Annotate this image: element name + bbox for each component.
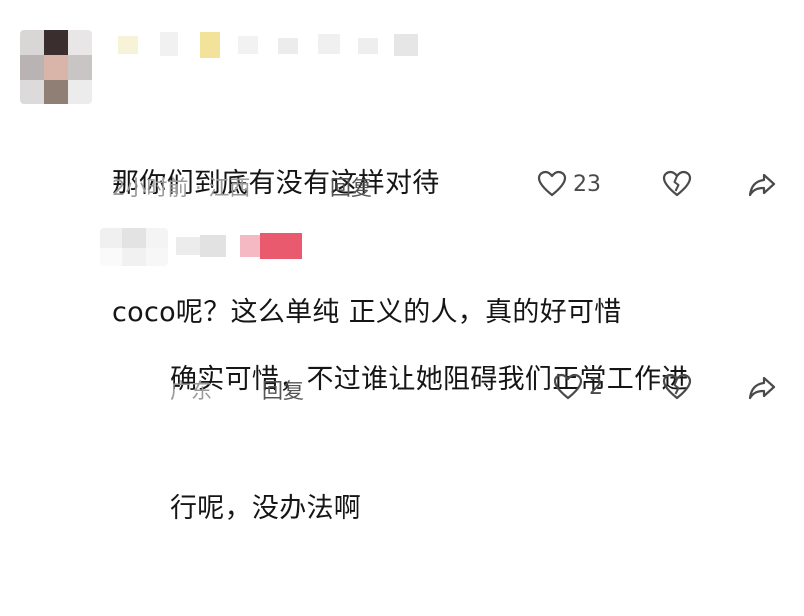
reply-comment-item: 确实可惜，不过谁让她阻碍我们正常工作进 行呢，没办法啊 广东 回复 2 — [0, 215, 804, 524]
username-blurred[interactable] — [118, 32, 418, 58]
share-button[interactable] — [747, 375, 777, 405]
like-button[interactable]: 23 — [537, 170, 601, 198]
reply-button[interactable]: 回复 — [330, 172, 372, 202]
comment-meta: 2小时前 · 江西 — [112, 176, 251, 200]
share-arrow-icon — [747, 173, 777, 202]
username-blurred[interactable] — [176, 231, 306, 261]
reply-button[interactable]: 回复 — [262, 375, 304, 405]
dislike-button[interactable] — [662, 373, 692, 405]
avatar[interactable] — [20, 30, 92, 104]
like-button[interactable]: 2 — [553, 373, 603, 401]
comment-text-line: 行呢，没办法啊 — [170, 493, 362, 524]
comment-text: 确实可惜，不过谁让她阻碍我们正常工作进 行呢，没办法啊 — [170, 272, 689, 616]
comment-meta: 广东 — [170, 379, 212, 403]
comment-text-line: 确实可惜，不过谁让她阻碍我们正常工作进 — [170, 364, 689, 395]
dislike-button[interactable] — [662, 170, 692, 202]
share-button[interactable] — [747, 172, 777, 202]
avatar[interactable] — [100, 228, 168, 266]
comment-item: 那你们到底有没有这样对待 coco呢？这么单纯 正义的人，真的好可惜 2小时前 … — [0, 0, 804, 328]
broken-heart-icon — [662, 373, 692, 405]
share-arrow-icon — [747, 376, 777, 405]
heart-outline-icon — [537, 170, 567, 198]
like-count: 2 — [589, 374, 603, 400]
broken-heart-icon — [662, 170, 692, 202]
heart-outline-icon — [553, 373, 583, 401]
like-count: 23 — [573, 171, 601, 197]
